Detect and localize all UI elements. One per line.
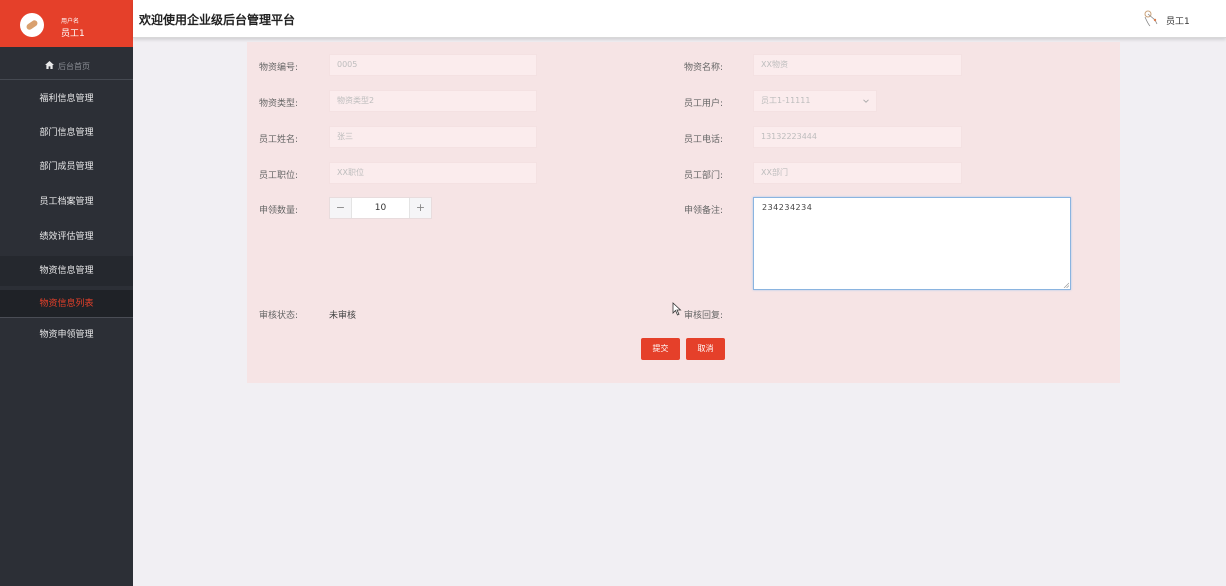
increment-button[interactable]: + [409, 198, 431, 218]
sidebar-item-employee-files[interactable]: 员工档案管理 [0, 187, 133, 217]
emp-dept-label: 员工部门: [684, 171, 724, 181]
emp-dept-field[interactable]: XX部门 [753, 162, 962, 184]
remark-label: 申领备注: [684, 206, 724, 216]
emp-user-select-value: 员工1-11111 [761, 96, 811, 105]
material-request-form: 物资编号: 0005 物资名称: XX物资 物资类型: 物资类型2 员工用户: … [247, 42, 1120, 383]
mouse-cursor-icon [672, 302, 682, 316]
header-user-name[interactable]: 员工1 [1166, 14, 1190, 27]
quantity-stepper: − 10 + [329, 197, 432, 219]
sidebar-item-materials[interactable]: 物资信息管理 [0, 256, 133, 286]
sidebar-item-welfare[interactable]: 福利信息管理 [0, 84, 133, 114]
sidebar-item-performance[interactable]: 绩效评估管理 [0, 222, 133, 252]
quantity-label: 申领数量: [259, 206, 299, 216]
submit-button[interactable]: 提交 [641, 338, 680, 360]
sidebar-subitem-material-list[interactable]: 物资信息列表 [0, 290, 133, 318]
emp-user-select[interactable]: 员工1-11111 [753, 90, 877, 112]
sidebar: 用户名 员工1 后台首页 福利信息管理 部门信息管理 部门成员管理 员工档案管理… [0, 0, 133, 586]
emp-name-field[interactable]: 张三 [329, 126, 537, 148]
chevron-down-icon [863, 99, 869, 103]
status-label: 审核状态: [259, 311, 299, 321]
emp-phone-field[interactable]: 13132223444 [753, 126, 962, 148]
remark-text: 234234234 [762, 203, 813, 212]
sidebar-user-name: 员工1 [61, 29, 85, 39]
sidebar-item-material-requests[interactable]: 物资申领管理 [0, 320, 133, 350]
reply-label: 审核回复: [684, 311, 724, 321]
quantity-input[interactable]: 10 [352, 198, 409, 218]
top-header: 欢迎使用企业级后台管理平台 员工1 [133, 0, 1226, 38]
sidebar-header: 用户名 员工1 [0, 0, 133, 47]
user-avatar-icon[interactable] [1140, 8, 1160, 28]
emp-user-label: 员工用户: [684, 99, 724, 109]
emp-position-label: 员工职位: [259, 171, 299, 181]
decrement-button[interactable]: − [330, 198, 352, 218]
sidebar-home-label: 后台首页 [58, 62, 90, 71]
item-no-label: 物资编号: [259, 63, 299, 73]
item-name-field[interactable]: XX物资 [753, 54, 962, 76]
sidebar-item-departments[interactable]: 部门信息管理 [0, 118, 133, 148]
item-name-label: 物资名称: [684, 63, 724, 73]
page-title: 欢迎使用企业级后台管理平台 [139, 13, 296, 27]
emp-name-label: 员工姓名: [259, 135, 299, 145]
remark-textarea[interactable]: 234234234 [753, 197, 1071, 290]
avatar [20, 13, 44, 37]
sidebar-item-home[interactable]: 后台首页 [0, 52, 133, 80]
sidebar-item-dept-members[interactable]: 部门成员管理 [0, 152, 133, 182]
emp-phone-label: 员工电话: [684, 135, 724, 145]
home-icon [45, 61, 54, 69]
emp-position-field[interactable]: XX职位 [329, 162, 537, 184]
cancel-button[interactable]: 取消 [686, 338, 725, 360]
item-type-label: 物资类型: [259, 99, 299, 109]
resize-handle-icon[interactable] [1063, 282, 1069, 288]
status-value: 未审核 [329, 311, 357, 321]
item-type-field[interactable]: 物资类型2 [329, 90, 537, 112]
sidebar-user-label: 用户名 [61, 18, 80, 25]
item-no-field[interactable]: 0005 [329, 54, 537, 76]
